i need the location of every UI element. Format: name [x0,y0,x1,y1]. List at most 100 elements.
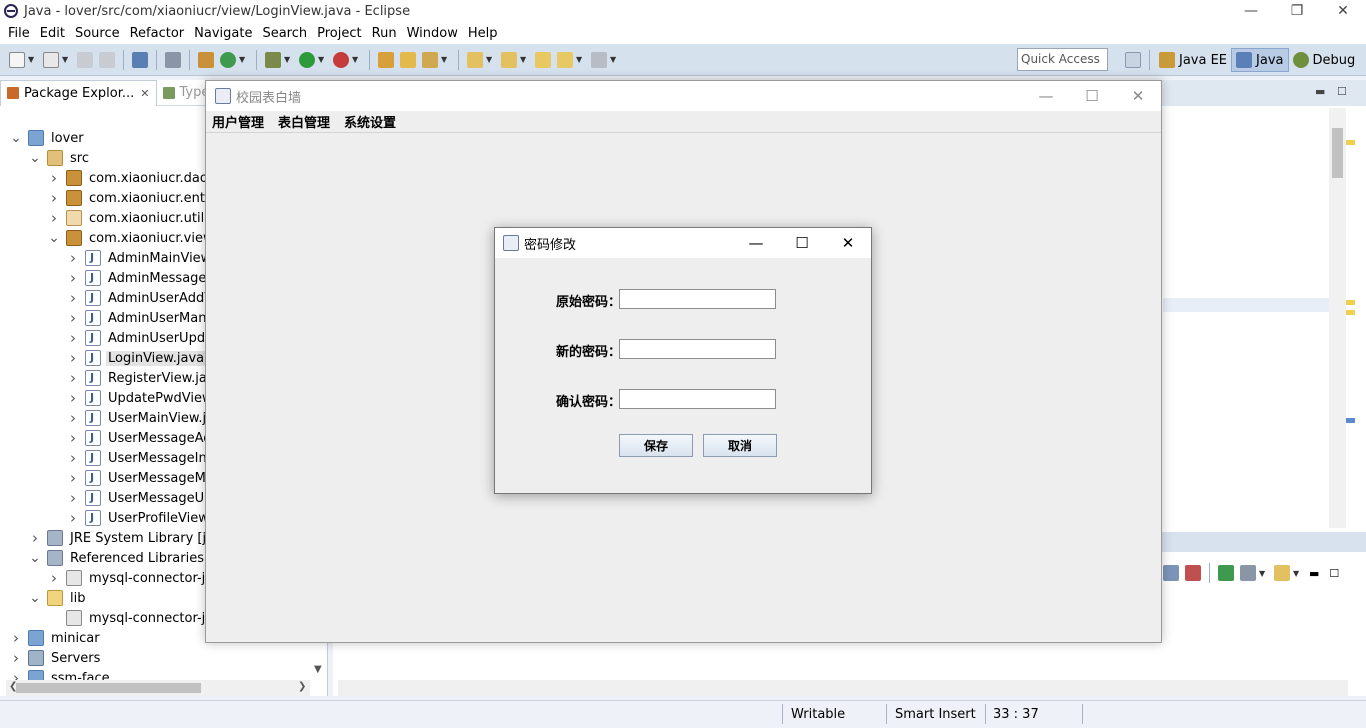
perspective-java-ee[interactable]: Java EE [1155,48,1231,72]
forward-icon[interactable] [591,51,607,68]
tree-item[interactable]: ›UserMessageUpd [67,488,223,508]
chevron-right-icon[interactable]: › [67,429,79,447]
tab-package-explorer[interactable]: Package Explor... ✕ [0,79,157,106]
scrollbar-thumb[interactable] [16,683,201,693]
chevron-right-icon[interactable]: › [67,269,79,287]
chevron-right-icon[interactable]: › [48,569,60,587]
new-password-input[interactable] [619,339,776,359]
tree-item[interactable]: › AdminUserAddVi [67,288,218,308]
chevron-right-icon[interactable]: › [67,249,79,267]
warning-marker[interactable] [1346,300,1355,305]
minimize-button[interactable]: — [1023,81,1069,111]
menu-project[interactable]: Project [312,26,366,41]
chevron-right-icon[interactable]: › [48,209,60,227]
quick-access-input[interactable]: Quick Access [1017,48,1108,71]
run-icon[interactable] [299,51,315,68]
chevron-right-icon[interactable]: › [67,369,79,387]
restore-button[interactable]: ❐ [1274,0,1320,22]
minimize-button[interactable]: — [733,228,779,258]
scroll-right-icon[interactable]: ❯ [298,681,306,692]
chevron-right-icon[interactable]: › [67,509,79,527]
chevron-right-icon[interactable]: › [67,489,79,507]
dialog-title-bar[interactable]: 密码修改 — ☐ ✕ [495,228,871,258]
chevron-down-icon[interactable]: ⌄ [29,151,41,165]
chevron-down-icon[interactable]: ⌄ [48,231,60,245]
menu-navigate[interactable]: Navigate [189,26,257,41]
menu-message-management[interactable]: 表白管理 [275,112,333,131]
menu-run[interactable]: Run [367,26,402,41]
menu-search[interactable]: Search [257,26,312,41]
occurrence-marker[interactable] [1346,418,1355,423]
forward-dropdown-icon[interactable]: ▼ [610,55,618,64]
external-tools-icon[interactable] [333,51,349,68]
chevron-right-icon[interactable]: › [10,629,22,647]
tree-item[interactable]: › AdminMainView.j [67,248,220,268]
chevron-down-icon[interactable]: ⌄ [29,551,41,565]
tree-item[interactable]: ›AdminUserManag [67,308,225,328]
tree-item[interactable]: ⌄ lover [10,128,86,148]
tree-item[interactable]: › mysql-connector-jav [48,568,223,588]
scroll-down-icon[interactable]: ▼ [314,664,322,675]
back-icon[interactable] [557,51,573,68]
chevron-right-icon[interactable]: › [10,649,22,667]
menu-user-management[interactable]: 用户管理 [209,112,267,131]
chevron-right-icon[interactable]: › [67,349,79,367]
menu-source[interactable]: Source [70,26,125,41]
next-annotation-dropdown-icon[interactable]: ▼ [486,55,494,64]
menu-system-settings[interactable]: 系统设置 [341,112,399,131]
chevron-right-icon[interactable]: › [67,289,79,307]
minimize-view-icon[interactable]: ▬ [1315,85,1325,98]
minimize-button[interactable]: — [1228,0,1274,22]
tree-item[interactable]: ⌄ Referenced Libraries [29,548,206,568]
close-button[interactable]: ✕ [1320,0,1366,22]
swing-main-title-bar[interactable]: 校园表白墙 — ☐ ✕ [206,81,1161,111]
editor-vertical-scrollbar[interactable] [1329,108,1346,528]
chevron-right-icon[interactable]: › [67,329,79,347]
run-dropdown-icon[interactable]: ▼ [318,55,326,64]
chevron-down-icon[interactable]: ⌄ [10,131,22,145]
chevron-right-icon[interactable]: › [67,449,79,467]
original-password-input[interactable] [619,289,776,309]
pin-console-icon[interactable] [1163,565,1179,581]
debug-icon[interactable] [265,51,281,68]
chevron-right-icon[interactable]: › [48,169,60,187]
refresh-icon[interactable] [220,51,236,68]
tree-item[interactable]: › JRE System Library [jre1 [29,528,229,548]
new-icon[interactable] [9,51,25,68]
new-package-icon[interactable] [378,51,394,68]
remove-launches-icon[interactable] [1185,565,1201,581]
chevron-right-icon[interactable]: › [67,389,79,407]
tree-item[interactable]: › AdminMessageM [67,268,220,288]
save-icon[interactable] [77,51,93,68]
menu-window[interactable]: Window [402,26,463,41]
chevron-right-icon[interactable]: › [67,309,79,327]
external-tools-dropdown-icon[interactable]: ▼ [352,55,360,64]
save-all-icon[interactable] [99,51,115,68]
tree-item[interactable]: ⌄ src [29,148,91,168]
confirm-password-input[interactable] [619,389,776,409]
console-horizontal-scrollbar[interactable] [338,680,1348,696]
refresh-dropdown-icon[interactable]: ▼ [239,55,247,64]
tree-item[interactable]: › com.xiaoniucr.dao [48,168,210,188]
chevron-right-icon[interactable]: › [67,469,79,487]
back-dropdown-icon[interactable]: ▼ [576,55,584,64]
new-java-icon[interactable] [43,51,59,68]
chevron-right-icon[interactable]: › [29,529,41,547]
tree-item[interactable]: ›UserMainView.jav [67,408,224,428]
close-button[interactable]: ✕ [1115,81,1161,111]
maximize-view-icon[interactable]: ☐ [1337,85,1347,98]
new-console-icon[interactable] [1274,565,1290,581]
tree-item[interactable]: › UserMessageMa [67,468,216,488]
search-icon[interactable] [422,51,438,68]
eclipse-title-bar[interactable]: Java - lover/src/com/xiaoniucr/view/Logi… [0,0,1366,22]
tree-item[interactable]: ›UserMessageAdd [67,428,222,448]
open-type-icon[interactable] [400,51,416,68]
perspective-java[interactable]: Java [1231,48,1289,72]
new-dropdown-icon[interactable]: ▼ [28,55,36,64]
last-edit-icon[interactable] [535,51,551,68]
tree-item[interactable]: ›RegisterView.java [67,368,225,388]
chevron-right-icon[interactable]: › [67,409,79,427]
tree-item[interactable]: › UpdatePwdView.j [67,388,221,408]
open-console-icon[interactable] [1218,565,1234,581]
minimize-view-icon[interactable]: ▬ [1309,567,1319,580]
